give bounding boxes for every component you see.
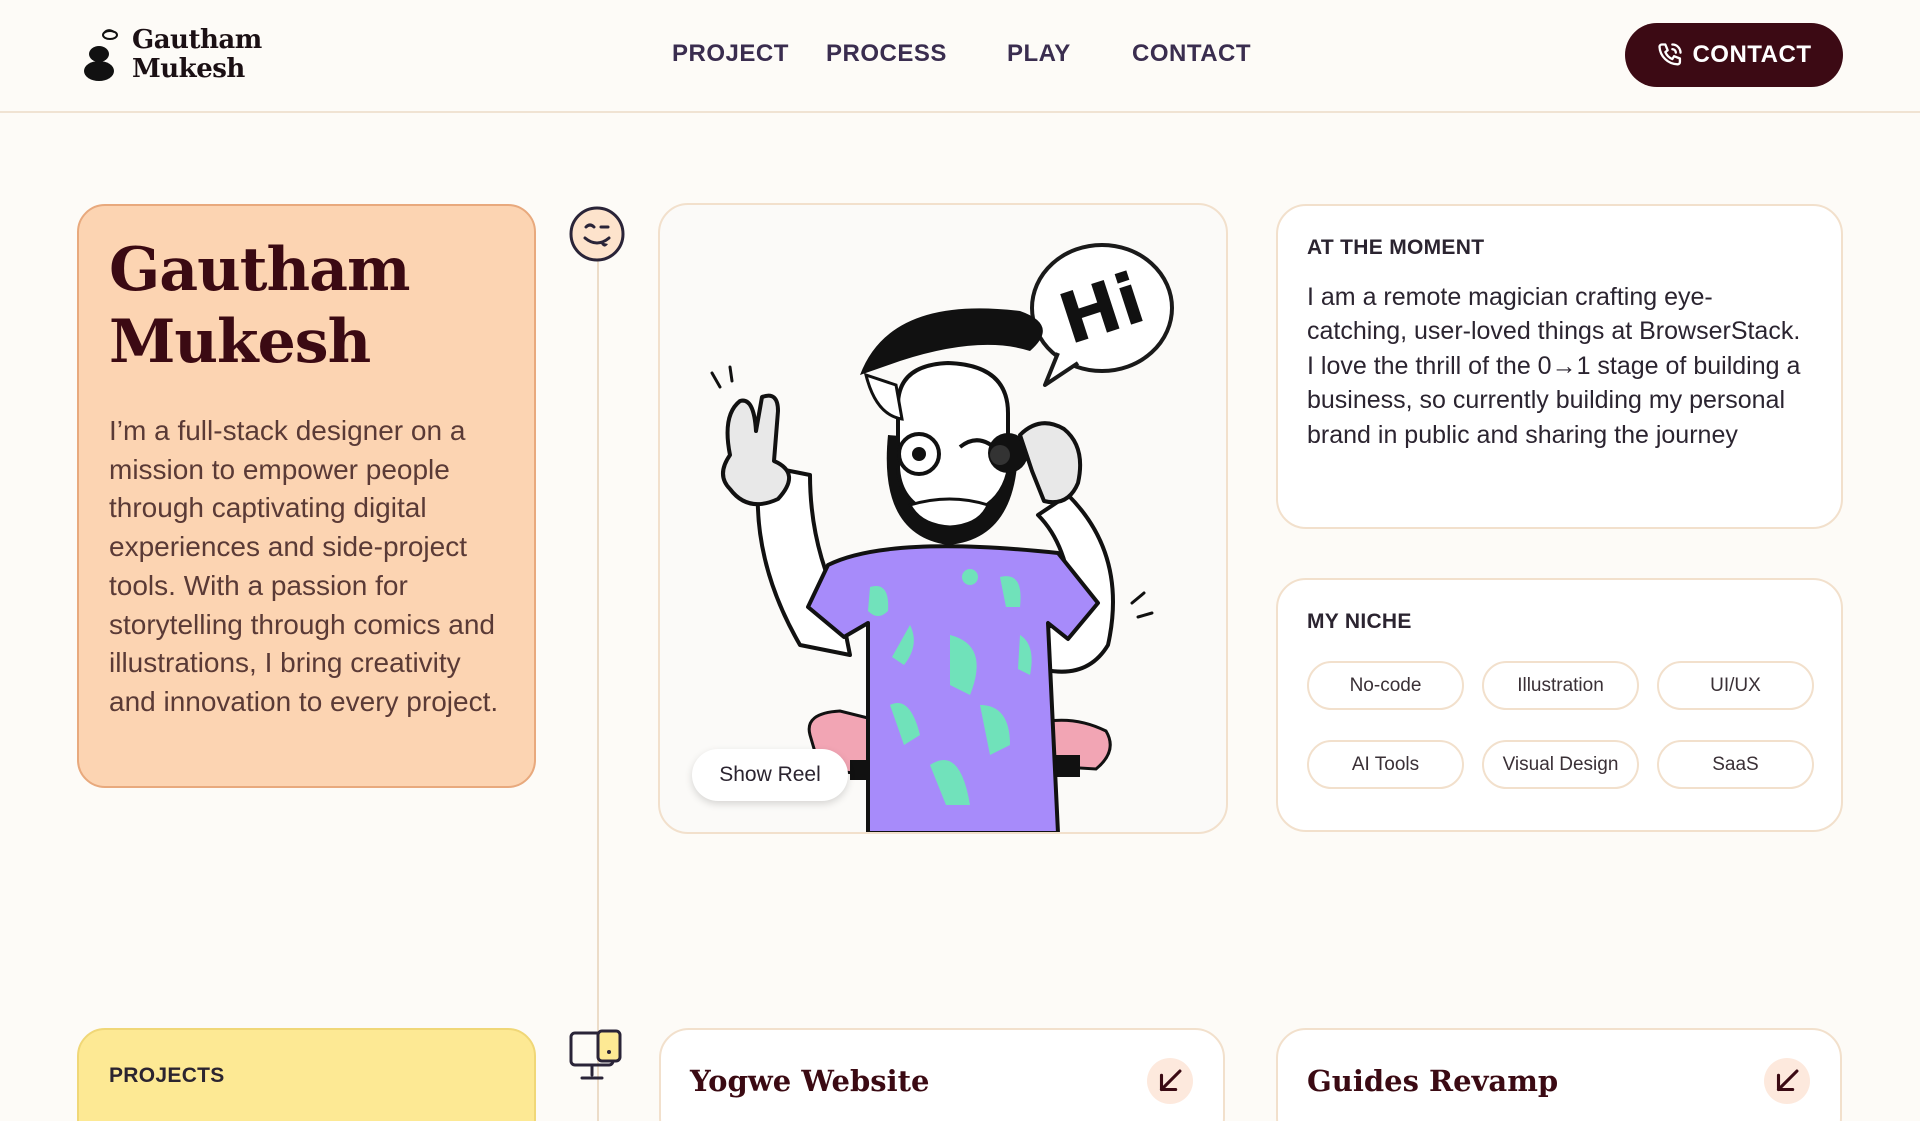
at-the-moment-label: AT THE MOMENT bbox=[1307, 236, 1485, 259]
intro-name-line1: Gautham bbox=[109, 235, 410, 305]
project-card-guides[interactable]: Guides Revamp bbox=[1276, 1028, 1842, 1121]
nav-contact[interactable]: CONTACT bbox=[1132, 40, 1251, 68]
intro-card: Gautham Mukesh I’m a full-stack designer… bbox=[77, 204, 536, 788]
timeline-line bbox=[597, 230, 599, 1121]
contact-button[interactable]: CONTACT bbox=[1625, 23, 1843, 87]
project-arrow-button[interactable] bbox=[1147, 1058, 1193, 1104]
my-niche-label: MY NICHE bbox=[1307, 610, 1412, 633]
illustration-card: Hi Show Reel bbox=[658, 203, 1228, 834]
tag-ai-tools[interactable]: AI Tools bbox=[1307, 740, 1464, 789]
at-the-moment-text: I am a remote magician crafting eye-catc… bbox=[1307, 283, 1801, 449]
arrow-down-left-icon bbox=[1776, 1069, 1799, 1092]
project-title: Guides Revamp bbox=[1307, 1064, 1559, 1098]
tag-illustration[interactable]: Illustration bbox=[1482, 661, 1639, 710]
intro-name: Gautham Mukesh bbox=[109, 234, 504, 378]
speech-bubble: Hi bbox=[1030, 243, 1174, 387]
tag-ui-ux[interactable]: UI/UX bbox=[1657, 661, 1814, 710]
nav-project[interactable]: PROJECT bbox=[672, 40, 789, 68]
show-reel-button[interactable]: Show Reel bbox=[692, 749, 848, 801]
intro-name-line2: Mukesh bbox=[109, 307, 371, 377]
my-niche-card: MY NICHE No-code Illustration UI/UX AI T… bbox=[1276, 578, 1843, 832]
winking-face-icon bbox=[569, 206, 625, 262]
tag-saas[interactable]: SaaS bbox=[1657, 740, 1814, 789]
project-card-yogwe[interactable]: Yogwe Website bbox=[659, 1028, 1225, 1121]
contact-button-label: CONTACT bbox=[1692, 41, 1812, 68]
niche-tags: No-code Illustration UI/UX AI Tools Visu… bbox=[1307, 661, 1814, 789]
intro-bio: I’m a full-stack designer on a mission t… bbox=[109, 415, 499, 717]
projects-label: PROJECTS bbox=[109, 1064, 225, 1087]
site-header: Gautham Mukesh PROJECT PROCESS PLAY CONT… bbox=[0, 0, 1920, 113]
avatar-illustration: Hi bbox=[710, 243, 1174, 832]
phone-icon bbox=[1658, 43, 1683, 66]
devices-icon bbox=[569, 1029, 622, 1080]
project-arrow-button[interactable] bbox=[1764, 1058, 1810, 1104]
arrow-down-left-icon bbox=[1159, 1069, 1182, 1092]
nav-process[interactable]: PROCESS bbox=[826, 40, 947, 68]
at-the-moment-card: AT THE MOMENT I am a remote magician cra… bbox=[1276, 204, 1843, 529]
tag-no-code[interactable]: No-code bbox=[1307, 661, 1464, 710]
projects-section-card: PROJECTS bbox=[77, 1028, 536, 1121]
nav-play[interactable]: PLAY bbox=[1007, 40, 1071, 68]
peace-hand bbox=[710, 365, 791, 507]
project-title: Yogwe Website bbox=[690, 1064, 930, 1098]
tag-visual-design[interactable]: Visual Design bbox=[1482, 740, 1639, 789]
avatar-head bbox=[860, 308, 1043, 545]
